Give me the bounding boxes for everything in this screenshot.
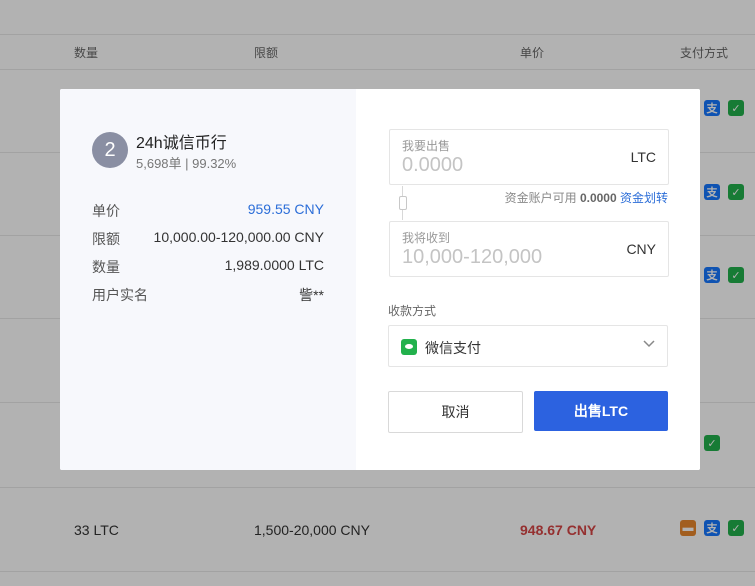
wechat-icon: [401, 339, 417, 355]
detail-real-name: 用户实名 訾**: [92, 285, 324, 305]
sell-amount-unit: LTC: [630, 149, 656, 165]
payment-method-value: 微信支付: [425, 340, 481, 356]
receive-amount-label: 我将收到: [402, 231, 451, 245]
sell-amount-label: 我要出售: [402, 139, 451, 153]
receive-amount-input[interactable]: 10,000-120,000: [402, 246, 542, 269]
detail-value: 訾**: [299, 287, 324, 303]
merchant-info-panel: 2 24h诚信币行 5,698单 | 99.32% 单价 959.55 CNY …: [60, 89, 356, 470]
detail-label: 用户实名: [92, 287, 148, 303]
detail-quantity: 数量 1,989.0000 LTC: [92, 257, 324, 277]
avatar: 2: [92, 132, 128, 168]
receive-amount-field[interactable]: 我将收到 10,000-120,000 CNY: [389, 221, 669, 277]
order-form-panel: 我要出售 0.0000 LTC 资金账户可用 0.0000 资金划转 我将收到 …: [356, 89, 700, 470]
cancel-button[interactable]: 取消: [388, 391, 523, 433]
sell-order-modal: 2 24h诚信币行 5,698单 | 99.32% 单价 959.55 CNY …: [60, 89, 700, 470]
sell-ltc-button[interactable]: 出售LTC: [534, 391, 668, 431]
chevron-down-icon: [643, 340, 655, 348]
connector-knob: [399, 196, 407, 210]
receive-amount-unit: CNY: [626, 241, 656, 257]
detail-unit-price: 单价 959.55 CNY: [92, 201, 324, 221]
detail-value: 10,000.00-120,000.00 CNY: [153, 229, 324, 245]
payment-method-select[interactable]: 微信支付: [388, 325, 668, 367]
merchant-name: 24h诚信币行: [136, 135, 227, 152]
detail-label: 数量: [92, 259, 120, 275]
link-connector: [399, 186, 407, 220]
available-amount: 0.0000: [579, 191, 617, 205]
detail-label: 限额: [92, 231, 120, 247]
sell-amount-input[interactable]: 0.0000: [402, 154, 463, 177]
detail-limit: 限额 10,000.00-120,000.00 CNY: [92, 229, 324, 249]
detail-value: 1,989.0000 LTC: [224, 257, 324, 273]
detail-label: 单价: [92, 203, 120, 219]
available-label: 资金账户可用: [504, 191, 577, 205]
payment-method-label: 收款方式: [388, 304, 437, 318]
sell-amount-field[interactable]: 我要出售 0.0000 LTC: [389, 129, 669, 185]
merchant-stats: 5,698单 | 99.32%: [136, 156, 237, 171]
transfer-link[interactable]: 资金划转: [620, 191, 668, 205]
detail-value: 959.55 CNY: [247, 201, 324, 217]
available-balance: 资金账户可用 0.0000 资金划转: [505, 189, 668, 206]
